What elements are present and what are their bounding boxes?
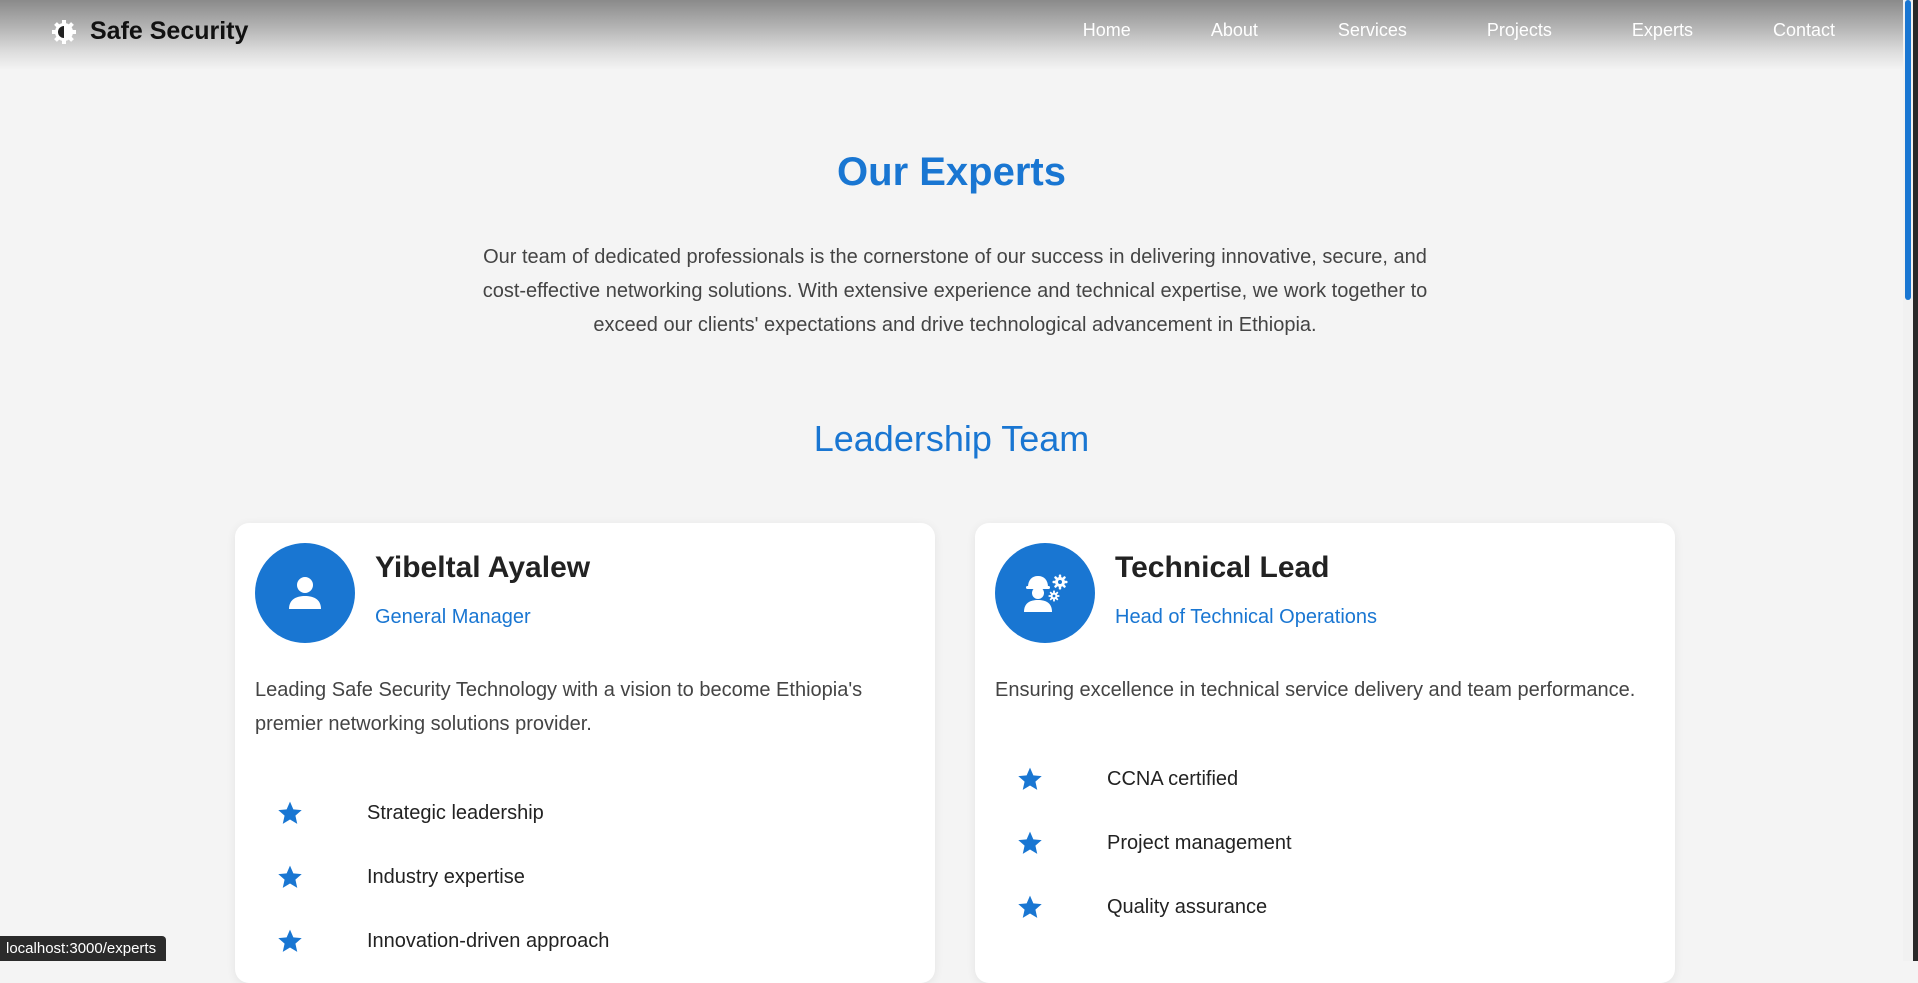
nav-home-link[interactable]: Home: [1083, 20, 1131, 41]
skill-item: Strategic leadership: [255, 781, 609, 845]
star-icon: [278, 929, 302, 952]
skill-item: Project management: [995, 811, 1292, 875]
main-nav: Home About Services Projects Experts Con…: [1083, 20, 1835, 41]
skill-label: Project management: [1107, 831, 1292, 854]
scrollbar[interactable]: [1903, 0, 1913, 961]
navbar: Safe Security Home About Services Projec…: [0, 0, 1903, 70]
skill-label: Industry expertise: [367, 865, 525, 888]
nav-experts-link[interactable]: Experts: [1632, 20, 1693, 41]
expert-name: Yibeltal Ayalew: [375, 551, 591, 584]
skill-label: Quality assurance: [1107, 895, 1268, 918]
expert-card: Technical Lead Head of Technical Operati…: [975, 523, 1675, 983]
shield-logo-icon: [52, 19, 76, 44]
skill-label: Innovation-driven approach: [367, 929, 610, 952]
intro-paragraph: Our team of dedicated professionals is t…: [482, 246, 1428, 336]
skill-item: Innovation-driven approach: [255, 909, 609, 973]
star-icon: [1018, 831, 1042, 854]
section-title: Leadership Team: [813, 418, 1090, 459]
skill-item: Industry expertise: [255, 845, 609, 909]
avatar: [995, 543, 1095, 643]
brand-name: Safe Security: [90, 17, 249, 45]
expert-role: Head of Technical Operations: [1115, 606, 1378, 628]
nav-about-link[interactable]: About: [1211, 20, 1258, 41]
brand-logo[interactable]: Safe Security: [50, 17, 248, 46]
engineer-gears-icon: [1024, 574, 1068, 612]
expert-description: Leading Safe Security Technology with a …: [255, 679, 863, 735]
skills-list: CCNA certified Project management Qualit…: [995, 747, 1292, 939]
page-title: Our Experts: [837, 150, 1066, 194]
expert-name: Technical Lead: [1115, 551, 1330, 584]
person-icon: [289, 577, 321, 609]
nav-projects-link[interactable]: Projects: [1487, 20, 1552, 41]
expert-role: General Manager: [375, 606, 531, 628]
skill-label: Strategic leadership: [367, 801, 544, 824]
expert-card: Yibeltal Ayalew General Manager Leading …: [235, 523, 935, 983]
avatar: [255, 543, 355, 643]
skills-list: Strategic leadership Industry expertise …: [255, 781, 609, 973]
skill-label: CCNA certified: [1107, 767, 1239, 790]
skill-item: CCNA certified: [995, 747, 1292, 811]
window-edge: [1913, 0, 1918, 961]
star-icon: [1018, 767, 1042, 790]
link-status-bar: localhost:3000/experts: [0, 936, 167, 961]
expert-description: Ensuring excellence in technical service…: [995, 679, 1636, 701]
star-icon: [278, 801, 302, 824]
star-icon: [278, 865, 302, 888]
skill-item: Quality assurance: [995, 875, 1292, 939]
scrollbar-thumb[interactable]: [1905, 0, 1911, 300]
nav-contact-link[interactable]: Contact: [1773, 20, 1835, 41]
star-icon: [1018, 895, 1042, 918]
nav-services-link[interactable]: Services: [1338, 20, 1407, 41]
